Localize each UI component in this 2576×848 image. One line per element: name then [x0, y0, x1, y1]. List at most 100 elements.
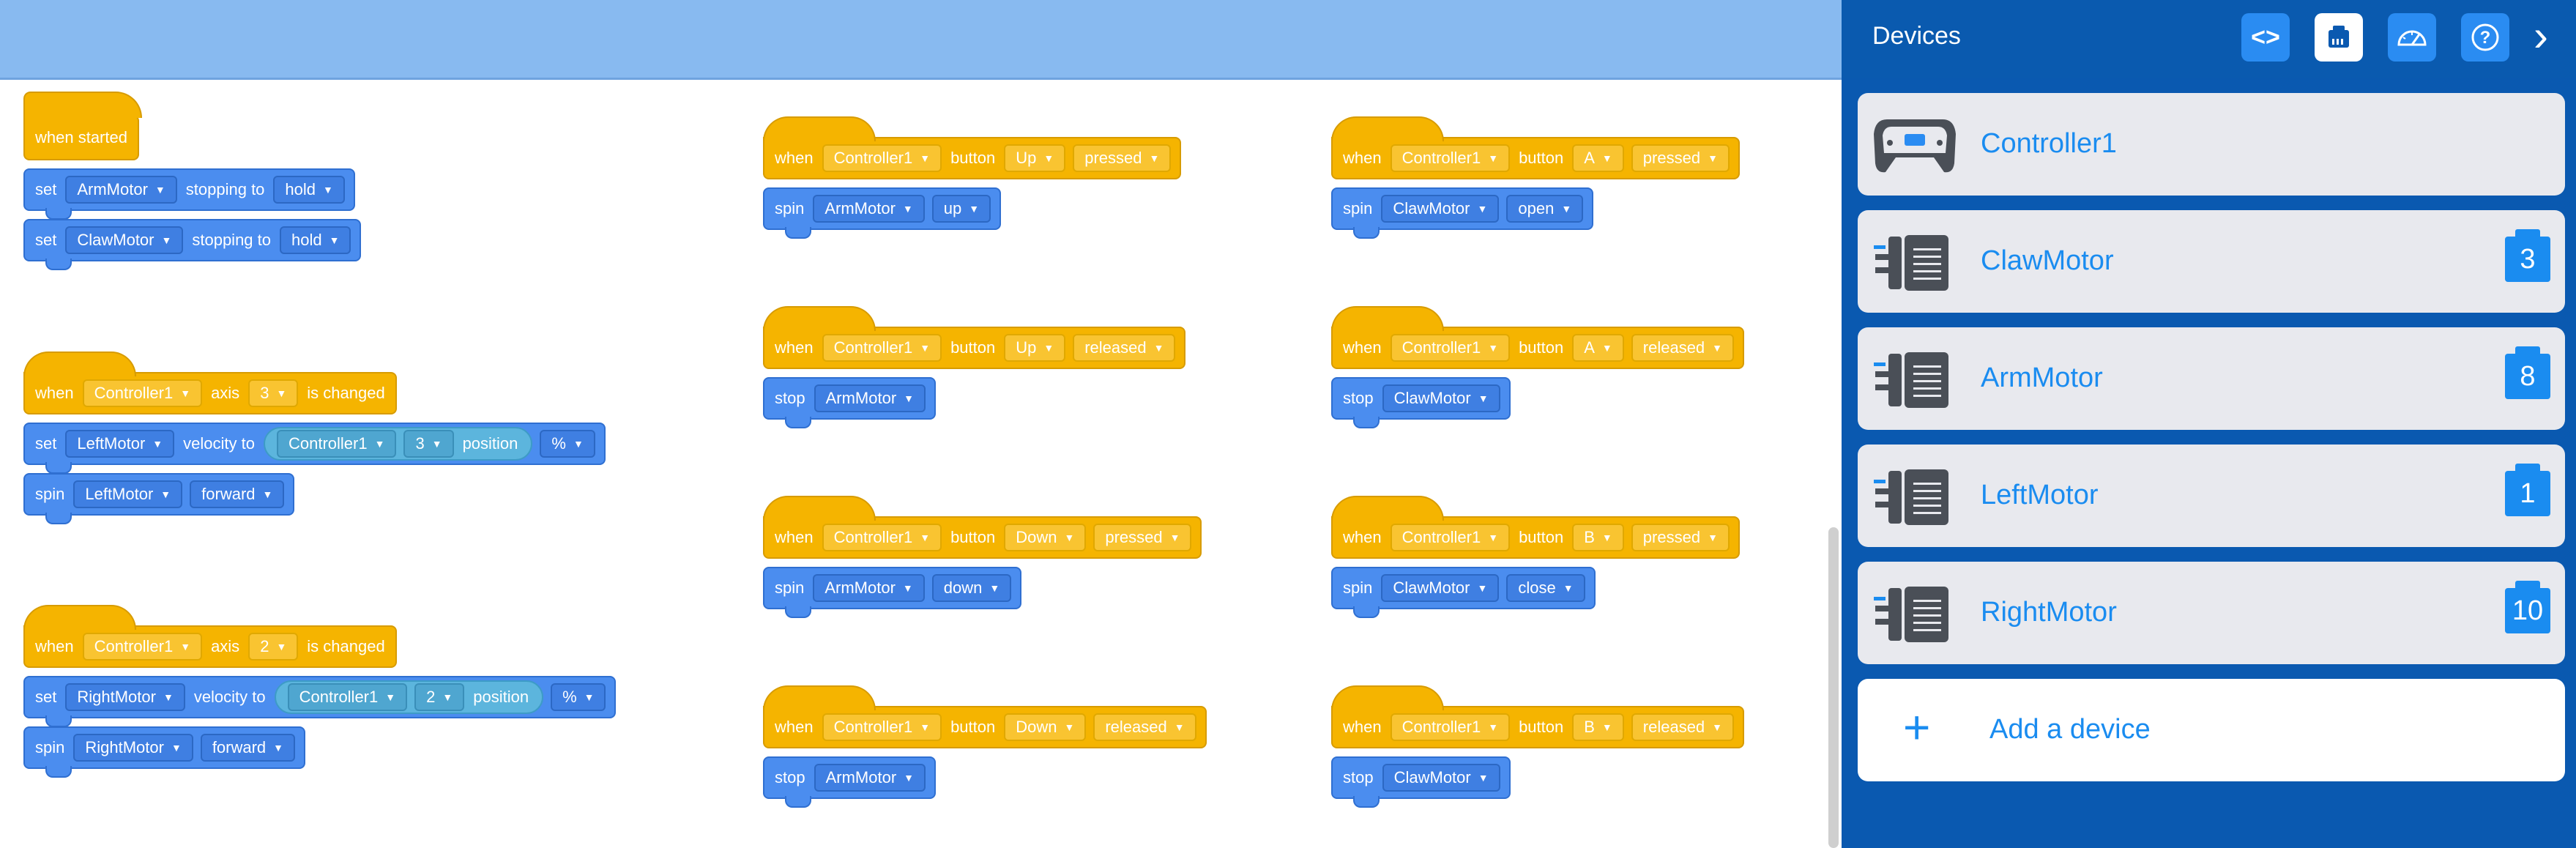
controller-dropdown[interactable]: Controller1 ▼: [1390, 144, 1511, 172]
when-button-block[interactable]: when Controller1 ▼ button A ▼ released ▼: [1331, 306, 1745, 369]
units-dropdown[interactable]: % ▼: [540, 430, 595, 458]
device-card-controller1[interactable]: Controller1: [1858, 93, 2565, 196]
button-action-dropdown[interactable]: pressed ▼: [1631, 524, 1730, 551]
motor-dropdown[interactable]: ClawMotor ▼: [1382, 384, 1500, 412]
controller-dropdown[interactable]: Controller1 ▼: [82, 633, 203, 661]
axis-dropdown[interactable]: 2 ▼: [248, 633, 299, 661]
motor-dropdown[interactable]: ClawMotor ▼: [65, 226, 184, 254]
spin-block[interactable]: spin LeftMotor ▼ forward ▼: [23, 473, 295, 524]
set-velocity-block[interactable]: set RightMotor ▼ velocity to Controller1 ▼…: [23, 676, 617, 727]
motor-dropdown[interactable]: ClawMotor ▼: [1382, 764, 1500, 792]
motor-dropdown[interactable]: LeftMotor ▼: [73, 480, 183, 508]
controller-dropdown[interactable]: Controller1 ▼: [82, 379, 203, 407]
controller-dropdown[interactable]: Controller1 ▼: [287, 683, 408, 711]
button-dropdown[interactable]: B ▼: [1572, 524, 1624, 551]
motor-dropdown[interactable]: RightMotor ▼: [73, 734, 193, 762]
workspace-scrollbar[interactable]: [1828, 527, 1839, 848]
spin-block[interactable]: spin ClawMotor ▼ open ▼: [1331, 187, 1594, 239]
stop-block[interactable]: stop ClawMotor ▼: [1331, 756, 1511, 808]
button-dropdown[interactable]: Down ▼: [1004, 713, 1087, 741]
when-axis-changed-block[interactable]: when Controller1 ▼ axis 3 ▼ is changed: [23, 352, 397, 414]
stopping-mode-dropdown[interactable]: hold ▼: [273, 176, 345, 204]
when-started-block[interactable]: when started: [23, 92, 142, 160]
code-view-button[interactable]: <>: [2241, 13, 2290, 62]
stop-block[interactable]: stop ArmMotor ▼: [763, 756, 937, 808]
devices-button[interactable]: [2315, 13, 2363, 62]
motor-dropdown[interactable]: ArmMotor ▼: [813, 195, 925, 223]
spin-block[interactable]: spin ArmMotor ▼ up ▼: [763, 187, 1002, 239]
a-pressed-stack[interactable]: when Controller1 ▼ button A ▼ pressed ▼ spi…: [1331, 116, 1740, 239]
when-button-block[interactable]: when Controller1 ▼ button Up ▼ released ▼: [763, 306, 1186, 369]
axis-2-stack[interactable]: when Controller1 ▼ axis 2 ▼ is changed set…: [23, 605, 617, 778]
motor-dropdown[interactable]: ClawMotor ▼: [1381, 195, 1500, 223]
motor-dropdown[interactable]: ArmMotor ▼: [814, 384, 926, 412]
axis-position-reporter[interactable]: Controller1 ▼ 2 ▼ position: [274, 680, 544, 714]
motor-dropdown[interactable]: ArmMotor ▼: [65, 176, 177, 204]
blocks-workspace[interactable]: when started set ArmMotor ▼ stopping to h…: [0, 0, 1842, 848]
controller-dropdown[interactable]: Controller1 ▼: [1390, 713, 1511, 741]
button-dropdown[interactable]: Up ▼: [1004, 144, 1066, 172]
down-pressed-stack[interactable]: when Controller1 ▼ button Down ▼ pressed ▼ …: [763, 496, 1202, 618]
stopping-mode-dropdown[interactable]: hold ▼: [280, 226, 351, 254]
axis-position-reporter[interactable]: Controller1 ▼ 3 ▼ position: [263, 427, 533, 461]
when-button-block[interactable]: when Controller1 ▼ button Down ▼ pressed ▼: [763, 496, 1202, 559]
stop-block[interactable]: stop ClawMotor ▼: [1331, 377, 1511, 428]
motor-dropdown[interactable]: ArmMotor ▼: [813, 574, 925, 602]
controller-dropdown[interactable]: Controller1 ▼: [822, 713, 942, 741]
controller-dropdown[interactable]: Controller1 ▼: [822, 144, 942, 172]
button-dropdown[interactable]: B ▼: [1572, 713, 1624, 741]
when-button-block[interactable]: when Controller1 ▼ button B ▼ pressed ▼: [1331, 496, 1740, 559]
controller-dropdown[interactable]: Controller1 ▼: [276, 430, 397, 458]
device-card-clawmotor[interactable]: ClawMotor 3: [1858, 210, 2565, 313]
device-card-armmotor[interactable]: ArmMotor 8: [1858, 327, 2565, 430]
up-released-stack[interactable]: when Controller1 ▼ button Up ▼ released ▼ s…: [763, 306, 1186, 428]
b-released-stack[interactable]: when Controller1 ▼ button B ▼ released ▼ st…: [1331, 685, 1745, 808]
button-action-dropdown[interactable]: pressed ▼: [1631, 144, 1730, 172]
when-axis-changed-block[interactable]: when Controller1 ▼ axis 2 ▼ is changed: [23, 605, 397, 668]
collapse-panel-button[interactable]: ›: [2534, 12, 2548, 60]
direction-dropdown[interactable]: up ▼: [931, 195, 991, 223]
dashboard-button[interactable]: [2388, 13, 2436, 62]
device-card-leftmotor[interactable]: LeftMotor 1: [1858, 445, 2565, 547]
button-action-dropdown[interactable]: released ▼: [1631, 713, 1735, 741]
button-action-dropdown[interactable]: pressed ▼: [1093, 524, 1192, 551]
controller-dropdown[interactable]: Controller1 ▼: [1390, 334, 1511, 362]
direction-dropdown[interactable]: down ▼: [931, 574, 1012, 602]
b-pressed-stack[interactable]: when Controller1 ▼ button B ▼ pressed ▼ spi…: [1331, 496, 1740, 618]
controller-dropdown[interactable]: Controller1 ▼: [1390, 524, 1511, 551]
when-button-block[interactable]: when Controller1 ▼ button Down ▼ released ▼: [763, 685, 1207, 748]
spin-block[interactable]: spin ClawMotor ▼ close ▼: [1331, 567, 1596, 618]
spin-block[interactable]: spin RightMotor ▼ forward ▼: [23, 726, 306, 778]
set-velocity-block[interactable]: set LeftMotor ▼ velocity to Controller1 ▼ …: [23, 423, 606, 474]
device-card-rightmotor[interactable]: RightMotor 10: [1858, 562, 2565, 664]
button-action-dropdown[interactable]: released ▼: [1073, 334, 1176, 362]
motor-dropdown[interactable]: LeftMotor ▼: [65, 430, 175, 458]
up-pressed-stack[interactable]: when Controller1 ▼ button Up ▼ pressed ▼ sp…: [763, 116, 1182, 239]
direction-dropdown[interactable]: forward ▼: [200, 734, 296, 762]
controller-dropdown[interactable]: Controller1 ▼: [822, 524, 942, 551]
stop-block[interactable]: stop ArmMotor ▼: [763, 377, 937, 428]
button-action-dropdown[interactable]: released ▼: [1093, 713, 1196, 741]
button-dropdown[interactable]: Up ▼: [1004, 334, 1066, 362]
when-started-stack[interactable]: when started set ArmMotor ▼ stopping to h…: [23, 92, 362, 270]
axis-dropdown[interactable]: 3 ▼: [248, 379, 299, 407]
when-button-block[interactable]: when Controller1 ▼ button B ▼ released ▼: [1331, 685, 1745, 748]
button-dropdown[interactable]: A ▼: [1572, 144, 1624, 172]
set-stopping-block[interactable]: set ArmMotor ▼ stopping to hold ▼: [23, 168, 355, 220]
button-action-dropdown[interactable]: pressed ▼: [1073, 144, 1172, 172]
direction-dropdown[interactable]: open ▼: [1506, 195, 1584, 223]
direction-dropdown[interactable]: forward ▼: [190, 480, 285, 508]
add-device-button[interactable]: + Add a device: [1858, 679, 2565, 781]
down-released-stack[interactable]: when Controller1 ▼ button Down ▼ released ▼…: [763, 685, 1207, 808]
motor-dropdown[interactable]: RightMotor ▼: [65, 683, 185, 711]
motor-dropdown[interactable]: ArmMotor ▼: [814, 764, 926, 792]
button-action-dropdown[interactable]: released ▼: [1631, 334, 1735, 362]
when-button-block[interactable]: when Controller1 ▼ button A ▼ pressed ▼: [1331, 116, 1740, 179]
button-dropdown[interactable]: Down ▼: [1004, 524, 1087, 551]
button-dropdown[interactable]: A ▼: [1572, 334, 1624, 362]
spin-block[interactable]: spin ArmMotor ▼ down ▼: [763, 567, 1022, 618]
units-dropdown[interactable]: % ▼: [551, 683, 606, 711]
axis-dropdown[interactable]: 3 ▼: [403, 430, 454, 458]
help-button[interactable]: ?: [2461, 13, 2509, 62]
axis-dropdown[interactable]: 2 ▼: [414, 683, 465, 711]
